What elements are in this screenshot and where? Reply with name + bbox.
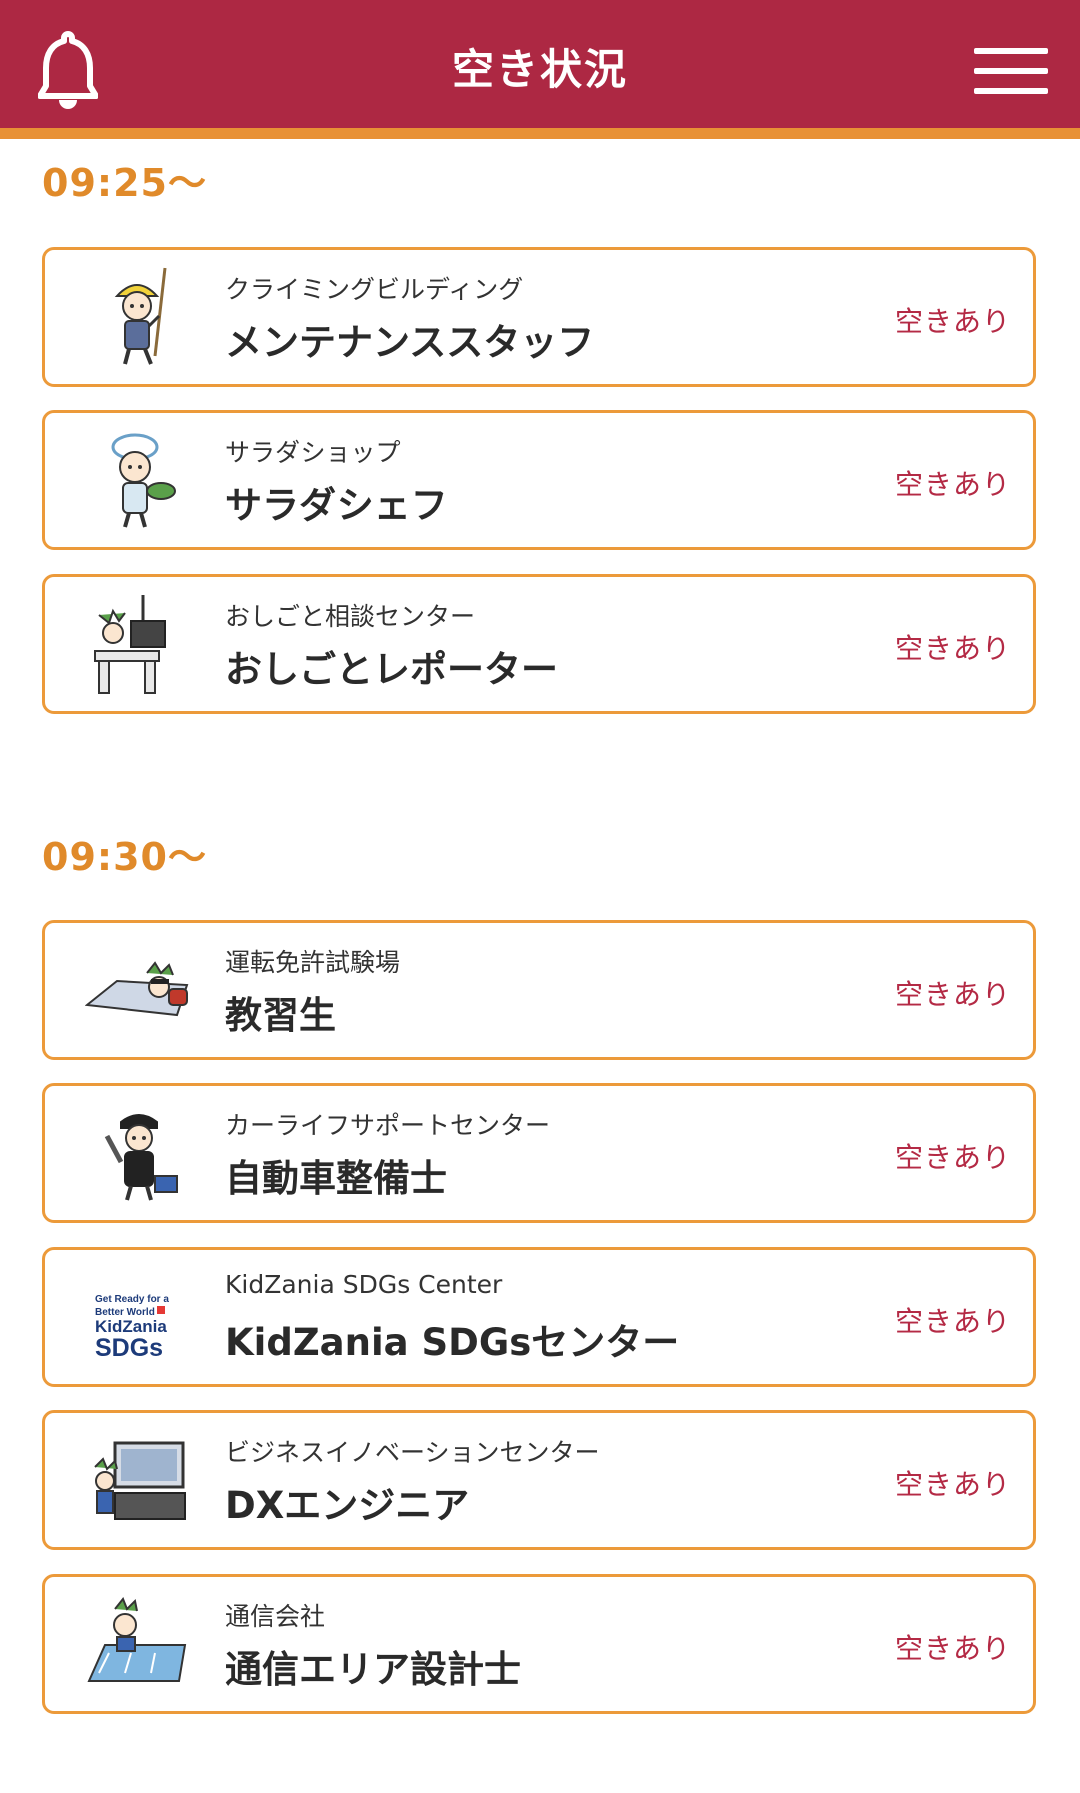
job-card-driving-student[interactable]: 運転免許試験場 教習生 空きあり (42, 920, 1036, 1060)
job-title: KidZania SDGsセンター (225, 1321, 680, 1364)
job-card-dx-engineer[interactable]: ビジネスイノベーションセンター DXエンジニア 空きあり (42, 1410, 1036, 1550)
job-title: 教習生 (225, 994, 336, 1037)
availability-status: 空きあり (894, 305, 1011, 338)
map-designer-mascot-icon (87, 1597, 187, 1682)
venue-name: カーライフサポートセンター (225, 1111, 551, 1140)
hamburger-menu-icon[interactable] (974, 48, 1048, 94)
time-slot-heading: 09:30〜 (42, 835, 207, 879)
job-title: メンテナンススタッフ (225, 321, 595, 364)
kidzania-sdgs-logo: Get Ready for a Better World KidZania SD… (95, 1294, 169, 1362)
climber-mascot-icon (114, 267, 167, 365)
time-slot-heading: 09:25〜 (42, 161, 207, 205)
driving-mascot-icon (85, 961, 189, 1017)
venue-name: 通信会社 (225, 1602, 326, 1631)
page-title: 空き状況 (451, 45, 628, 94)
availability-status: 空きあり (894, 978, 1011, 1011)
job-card-work-reporter[interactable]: おしごと相談センター おしごとレポーター 空きあり (42, 574, 1036, 714)
job-card-auto-mechanic[interactable]: カーライフサポートセンター 自動車整備士 空きあり (42, 1083, 1036, 1223)
availability-status: 空きあり (894, 1468, 1011, 1501)
reporter-desk-mascot-icon (94, 595, 166, 694)
svg-text:SDGs: SDGs (95, 1334, 163, 1362)
availability-status: 空きあり (894, 468, 1011, 501)
availability-status: 空きあり (894, 1141, 1011, 1174)
menu-line (974, 48, 1048, 54)
job-card-salad-chef[interactable]: サラダショップ サラダシェフ 空きあり (42, 410, 1036, 550)
venue-name: 運転免許試験場 (225, 948, 401, 977)
mechanic-mascot-icon (104, 1114, 178, 1201)
job-title: サラダシェフ (225, 484, 448, 527)
app-header: 空き状況 (0, 0, 1080, 139)
chef-mascot-icon (111, 433, 176, 528)
venue-name: サラダショップ (225, 438, 401, 467)
venue-name: おしごと相談センター (225, 602, 476, 631)
job-card-maintenance-staff[interactable]: クライミングビルディング メンテナンススタッフ 空きあり (42, 247, 1036, 387)
svg-text:Get Ready for a: Get Ready for a (95, 1294, 169, 1305)
menu-line (974, 88, 1048, 94)
venue-name: ビジネスイノベーションセンター (225, 1438, 600, 1467)
job-card-kidzania-sdgs-center[interactable]: Get Ready for a Better World KidZania SD… (42, 1247, 1036, 1387)
availability-status: 空きあり (894, 1632, 1011, 1665)
availability-status: 空きあり (894, 632, 1011, 665)
availability-status: 空きあり (894, 1305, 1011, 1338)
venue-name: KidZania SDGs Center (225, 1270, 503, 1299)
venue-name: クライミングビルディング (225, 275, 524, 304)
job-title: 自動車整備士 (225, 1157, 447, 1200)
dx-engineer-mascot-icon (94, 1441, 186, 1520)
menu-line (974, 68, 1048, 74)
job-title: おしごとレポーター (225, 648, 558, 691)
job-title: DXエンジニア (225, 1484, 470, 1527)
job-title: 通信エリア設計士 (225, 1648, 521, 1691)
job-card-telecom-area-designer[interactable]: 通信会社 通信エリア設計士 空きあり (42, 1574, 1036, 1714)
